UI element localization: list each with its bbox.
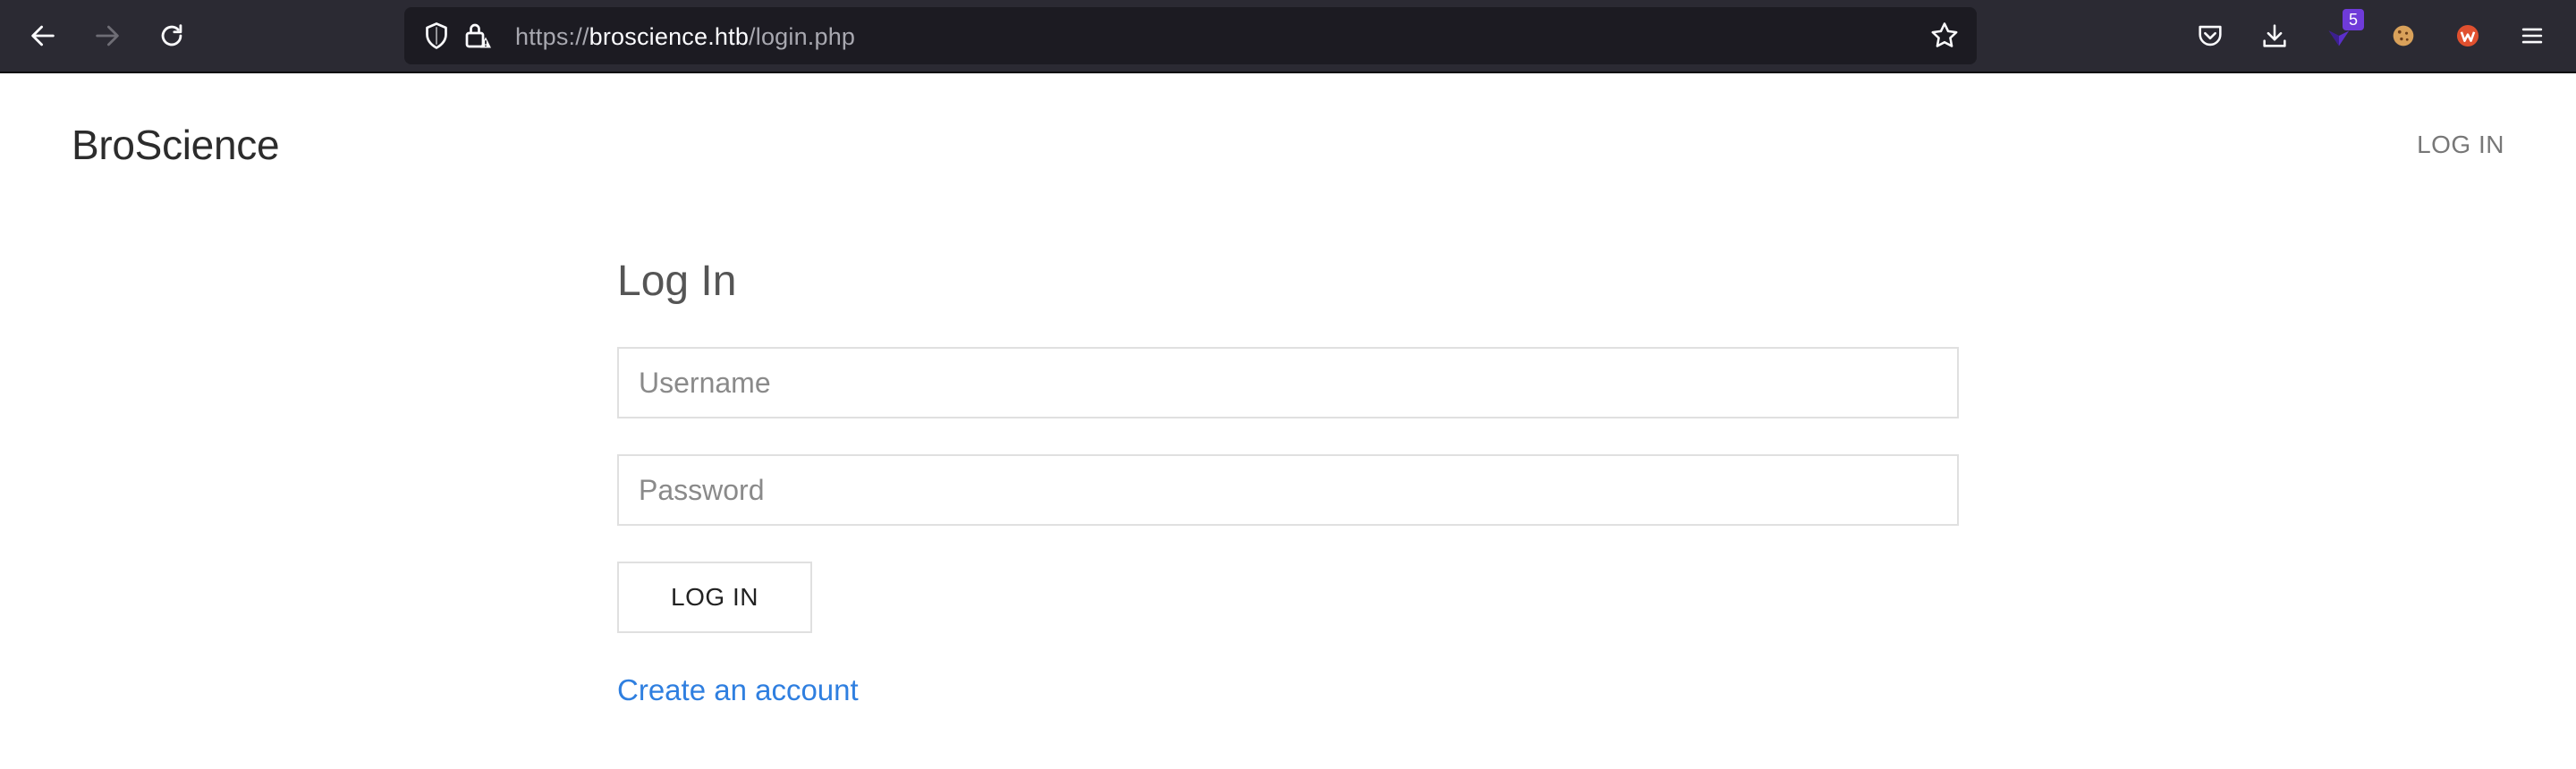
arrow-right-icon: [96, 25, 119, 46]
cookie-icon: [2393, 25, 2414, 46]
url-host: broscience.htb: [589, 23, 750, 50]
bookmark-star-icon[interactable]: [1928, 20, 1961, 52]
downloads-button[interactable]: [2253, 14, 2296, 57]
extension-badge: 5: [2343, 9, 2364, 30]
pocket-button[interactable]: [2189, 14, 2232, 57]
page-title: Log In: [617, 258, 737, 305]
cookie-extension-button[interactable]: [2382, 14, 2425, 57]
profile-extension-button[interactable]: [2446, 14, 2489, 57]
login-button[interactable]: LOG IN: [617, 562, 812, 633]
reload-button[interactable]: [150, 14, 193, 57]
username-input[interactable]: [617, 347, 1959, 418]
wappalyzer-icon: [2456, 24, 2479, 47]
browser-toolbar: https://broscience.htb/login.php 5: [0, 0, 2576, 73]
password-input[interactable]: [617, 454, 1959, 526]
url-path: /login.php: [749, 23, 856, 50]
url-bar[interactable]: https://broscience.htb/login.php: [404, 7, 1977, 64]
back-button[interactable]: [21, 14, 64, 57]
hamburger-menu-icon: [2521, 28, 2543, 44]
url-text[interactable]: https://broscience.htb/login.php: [515, 23, 855, 50]
extension-button[interactable]: 5: [2318, 9, 2364, 57]
forward-button[interactable]: [86, 14, 129, 57]
create-account-link[interactable]: Create an account: [617, 672, 859, 708]
pocket-icon: [2199, 25, 2222, 46]
menu-button[interactable]: [2511, 14, 2554, 57]
site-brand[interactable]: BroScience: [72, 120, 280, 170]
nav-login-link[interactable]: LOG IN: [2417, 131, 2504, 159]
shield-icon[interactable]: [420, 20, 453, 52]
reload-icon: [161, 24, 182, 46]
arrow-left-icon: [31, 25, 55, 46]
download-icon: [2263, 24, 2286, 47]
url-scheme: https://: [515, 23, 589, 50]
insecure-lock-icon[interactable]: [462, 20, 494, 52]
